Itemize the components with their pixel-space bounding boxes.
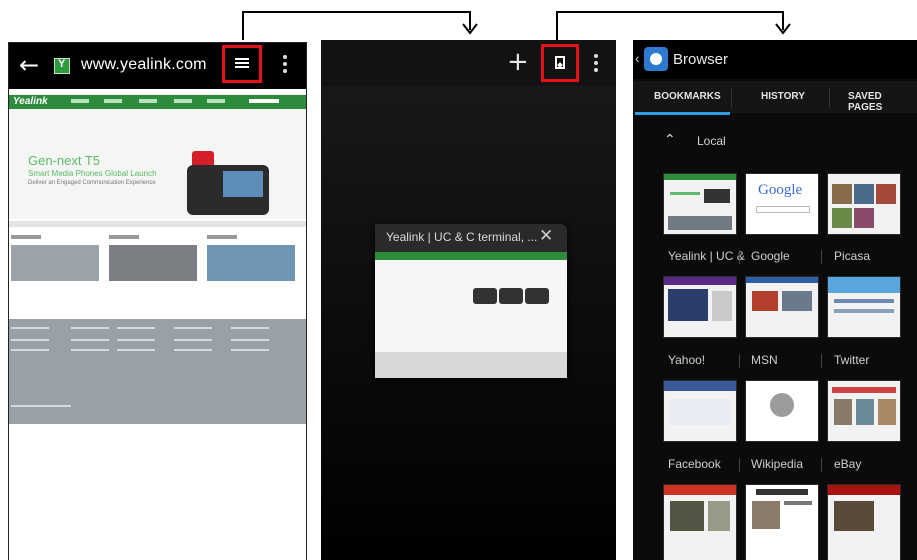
bookmarks-tabs: BOOKMARKS HISTORY SAVED PAGES: [633, 81, 917, 113]
app-title: Browser: [673, 51, 729, 68]
tab-thumbnail: [375, 252, 567, 378]
bookmark-thumb-google[interactable]: Google: [745, 173, 819, 235]
bookmark-thumb-wikipedia[interactable]: [745, 380, 819, 442]
section-local[interactable]: Local: [697, 134, 726, 148]
hero-banner: Gen-next T5 Smart Media Phones Global La…: [9, 109, 306, 219]
bookmark-label-google: Google: [751, 249, 790, 263]
browser-app-icon: [644, 47, 668, 71]
bookmark-thumb-espn[interactable]: [827, 484, 901, 560]
bookmark-thumb-yahoo[interactable]: [663, 276, 737, 338]
back-arrow-icon[interactable]: ←: [19, 53, 39, 77]
bookmark-label-yahoo: Yahoo!: [668, 353, 706, 367]
connector-panel1-to-panel2: [242, 11, 471, 40]
bookmark-label-wikipedia: Wikipedia: [751, 457, 804, 471]
tab-bookmarks[interactable]: BOOKMARKS: [654, 91, 721, 102]
hero-title: Gen-next T5: [28, 153, 101, 168]
new-tab-plus-icon[interactable]: +: [507, 49, 529, 75]
article-image: [109, 245, 197, 281]
google-logo-text: Google: [758, 182, 803, 198]
up-caret-icon[interactable]: ‹: [635, 50, 640, 66]
bookmarks-button-highlighted[interactable]: [541, 44, 579, 82]
tab-saved-pages[interactable]: SAVED PAGES: [848, 91, 917, 113]
article-image: [207, 245, 295, 281]
hero-tagline: Deliver an Engaged Communication Experie…: [28, 180, 156, 186]
web-content[interactable]: Yealink Gen-next T5 Smart Media Phones G…: [9, 89, 306, 424]
bookmark-label-facebook: Facebook: [668, 457, 721, 471]
flow-connectors: [242, 11, 791, 40]
close-tab-icon[interactable]: ✕: [539, 226, 553, 246]
collapse-chevron-icon[interactable]: ⌃: [664, 132, 676, 148]
bookmarks-panel: ‹ Browser BOOKMARKS HISTORY SAVED PAGES …: [633, 40, 917, 560]
bookmark-label-ebay: eBay: [834, 457, 862, 471]
tabs-stack-icon: [235, 58, 249, 69]
site-footer: [9, 319, 306, 424]
bookmark-thumb-twitter[interactable]: [827, 276, 901, 338]
bookmark-thumb-picasa[interactable]: [827, 173, 901, 235]
tab-selected-indicator: [635, 112, 730, 115]
browser-page-panel: ← www.yealink.com Yealink Gen-next T5 Sm…: [9, 43, 306, 560]
site-logo: Yealink: [13, 96, 48, 107]
tab-switcher-panel: + Yealink | UC & C terminal, ... ✕: [321, 40, 616, 560]
bookmark-thumb-msn[interactable]: [745, 276, 819, 338]
bookmark-label-twitter: Twitter: [834, 353, 870, 367]
overflow-menu-icon[interactable]: [594, 54, 598, 75]
url-text[interactable]: www.yealink.com: [81, 56, 207, 74]
article-image: [11, 245, 99, 281]
connector-panel2-to-panel3: [556, 11, 784, 40]
overflow-menu-icon[interactable]: [283, 55, 287, 76]
address-bar: ← www.yealink.com: [9, 43, 306, 89]
bookmark-thumb-facebook[interactable]: [663, 380, 737, 442]
bookmark-thumb-ebay[interactable]: [827, 380, 901, 442]
bookmark-thumb-nytimes[interactable]: [745, 484, 819, 560]
hero-subtitle: Smart Media Phones Global Launch: [28, 169, 157, 178]
tab-switcher-toolbar: +: [321, 40, 616, 86]
bookmark-thumb-cnn[interactable]: [663, 484, 737, 560]
site-favicon-icon: [54, 58, 70, 74]
browser-app-header: ‹ Browser: [633, 40, 917, 79]
bookmark-label-yealink: Yealink | UC &: [668, 249, 745, 263]
bookmark-icon: [555, 56, 565, 69]
bookmark-label-picasa: Picasa: [834, 249, 871, 263]
bookmark-label-msn: MSN: [751, 353, 778, 367]
tabs-button-highlighted[interactable]: [222, 45, 262, 83]
tab-card-title: Yealink | UC & C terminal, ...: [386, 230, 538, 244]
open-tab-card[interactable]: Yealink | UC & C terminal, ... ✕: [375, 224, 567, 378]
phone-image: [187, 165, 269, 215]
tab-history[interactable]: HISTORY: [761, 91, 805, 102]
bookmark-thumb-yealink[interactable]: [663, 173, 737, 235]
site-nav: Yealink: [9, 95, 306, 109]
